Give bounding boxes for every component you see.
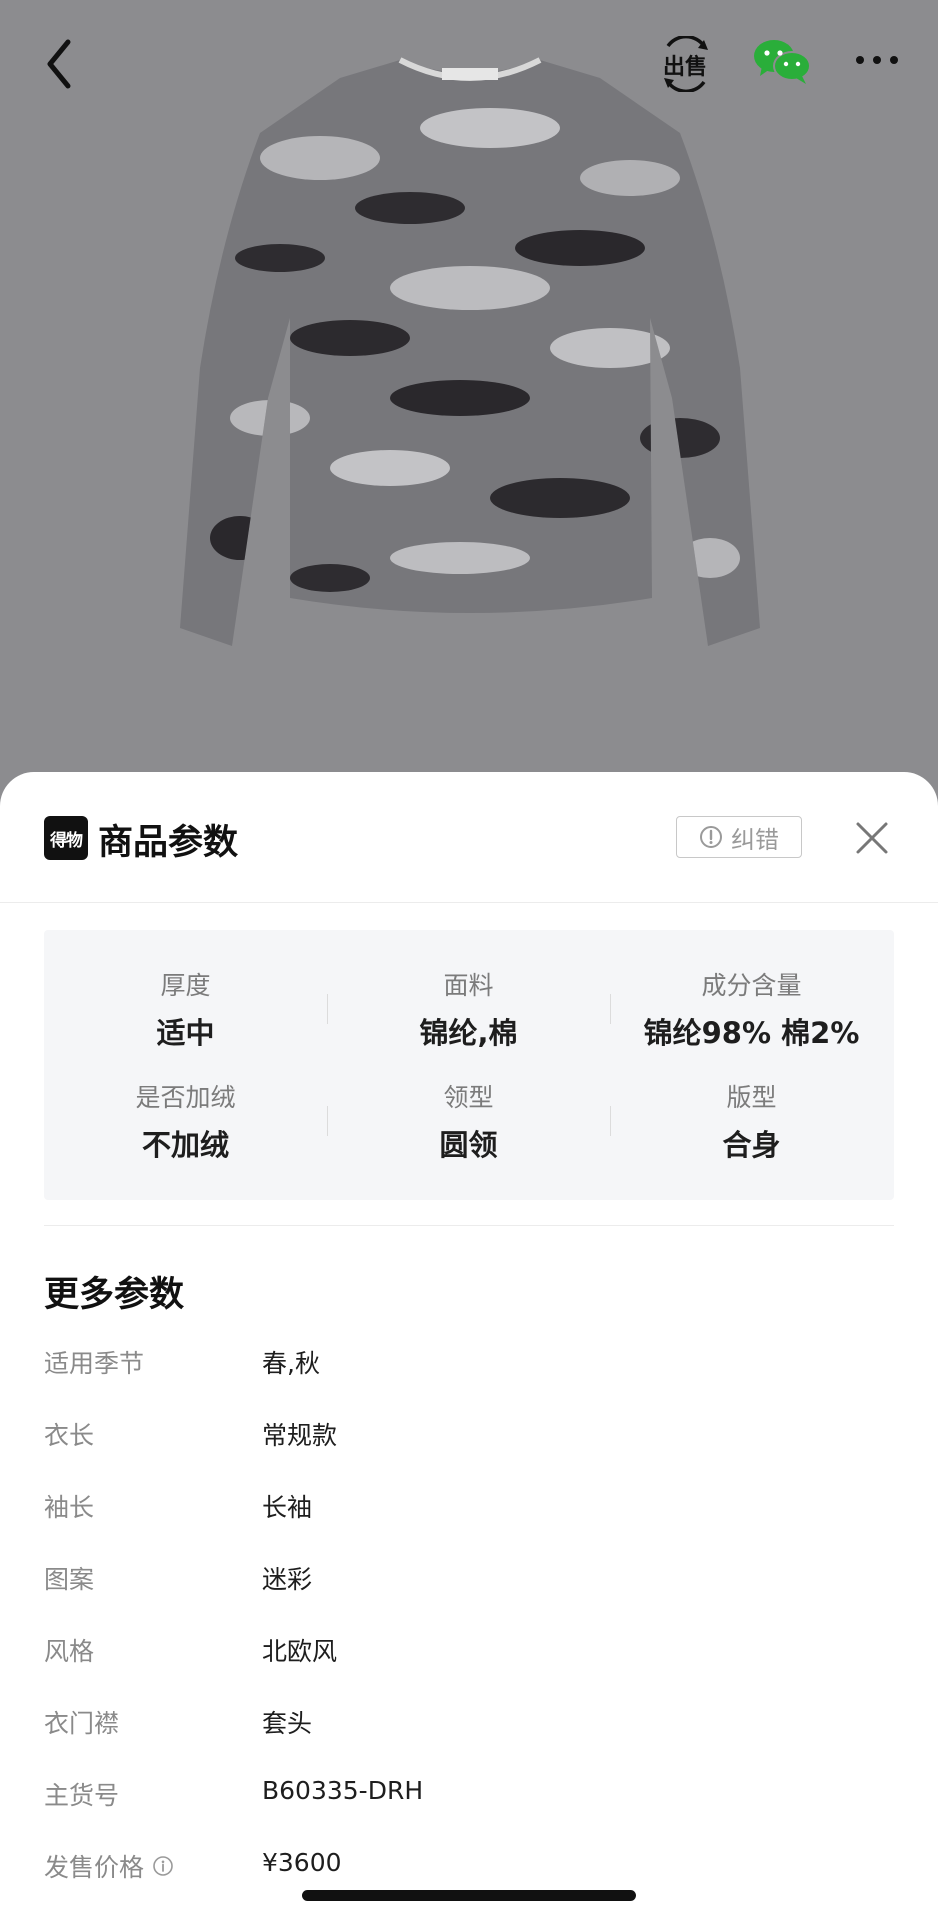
report-error-label: 纠错	[731, 825, 779, 854]
param-label-text: 衣长	[44, 1421, 95, 1450]
param-row: 衣门襟 套头	[44, 1704, 894, 1744]
key-param-value: 适中	[156, 1016, 215, 1050]
key-param-item: 成分含量 锦纶98% 棉2%	[610, 966, 893, 1052]
param-label-text: 衣门襟	[44, 1709, 120, 1738]
param-value: 长袖	[262, 1493, 313, 1522]
key-param-label: 版型	[726, 1083, 777, 1112]
exclamation-circle-icon	[700, 826, 722, 848]
param-value: ¥3600	[262, 1848, 342, 1877]
info-icon[interactable]	[152, 1855, 174, 1877]
sheet-header: 得物 商品参数 纠错	[0, 772, 938, 903]
key-param-item: 版型 合身	[610, 1078, 893, 1164]
key-param-value: 合身	[722, 1128, 781, 1162]
param-label-text: 风格	[44, 1637, 95, 1666]
param-row: 图案 迷彩	[44, 1560, 894, 1600]
key-param-label: 是否加绒	[135, 1083, 236, 1112]
param-row: 风格 北欧风	[44, 1632, 894, 1672]
key-param-item: 是否加绒 不加绒	[44, 1078, 327, 1164]
key-param-item: 厚度 适中	[44, 966, 327, 1052]
dewu-logo: 得物	[44, 816, 88, 860]
param-row: 衣长 常规款	[44, 1416, 894, 1456]
param-label: 衣长	[44, 1416, 94, 1452]
more-dots-icon	[856, 56, 898, 64]
section-divider	[44, 1225, 894, 1226]
param-label: 主货号	[44, 1776, 119, 1812]
param-value: 北欧风	[262, 1637, 338, 1666]
close-icon	[856, 822, 888, 854]
param-label-text: 图案	[44, 1565, 95, 1594]
param-label: 衣门襟	[44, 1704, 119, 1740]
param-value: 春,秋	[262, 1349, 320, 1378]
key-param-label: 厚度	[160, 971, 211, 1000]
home-indicator[interactable]	[302, 1890, 636, 1901]
param-value: 迷彩	[262, 1565, 313, 1594]
params-sheet: 得物 商品参数 纠错 厚度 适中 面料 锦纶,棉 成分含量 锦纶98% 棉2% …	[0, 772, 938, 1920]
key-param-value: 锦纶98% 棉2%	[643, 1016, 860, 1050]
param-label-text: 主货号	[44, 1781, 120, 1810]
product-hero: 出售	[0, 0, 938, 790]
key-params-card: 厚度 适中 面料 锦纶,棉 成分含量 锦纶98% 棉2% 是否加绒 不加绒 领型…	[44, 930, 894, 1200]
report-error-button[interactable]: 纠错	[676, 816, 802, 858]
back-button[interactable]	[38, 34, 88, 94]
close-button[interactable]	[852, 818, 892, 858]
param-label: 图案	[44, 1560, 94, 1596]
key-param-label: 领型	[443, 1083, 494, 1112]
key-param-label: 成分含量	[701, 971, 802, 1000]
param-label: 袖长	[44, 1488, 94, 1524]
param-label: 风格	[44, 1632, 94, 1668]
key-param-item: 领型 圆领	[327, 1078, 610, 1164]
more-button[interactable]	[852, 44, 902, 74]
back-arrow-icon	[47, 39, 71, 89]
param-row: 适用季节 春,秋	[44, 1344, 894, 1384]
more-params-title: 更多参数	[44, 1275, 185, 1315]
param-row: 发售价格 ¥3600	[44, 1848, 894, 1888]
key-param-label: 面料	[443, 971, 494, 1000]
param-label: 适用季节	[44, 1344, 144, 1380]
camo-sweater-image	[180, 57, 760, 646]
param-label-text: 发售价格	[44, 1853, 145, 1882]
param-value: 常规款	[262, 1421, 338, 1450]
param-label: 发售价格	[44, 1848, 174, 1884]
param-row: 袖长 长袖	[44, 1488, 894, 1528]
sheet-title: 商品参数	[98, 823, 239, 863]
key-param-value: 圆领	[439, 1128, 498, 1162]
param-label-text: 适用季节	[44, 1349, 145, 1378]
key-param-value: 锦纶,棉	[419, 1016, 518, 1050]
param-value: 套头	[262, 1709, 313, 1738]
param-value: B60335-DRH	[262, 1776, 424, 1805]
product-image[interactable]	[160, 38, 780, 678]
param-label-text: 袖长	[44, 1493, 95, 1522]
dewu-logo-text: 得物	[50, 830, 83, 851]
param-row: 主货号 B60335-DRH	[44, 1776, 894, 1816]
key-param-value: 不加绒	[141, 1128, 229, 1162]
key-param-item: 面料 锦纶,棉	[327, 966, 610, 1052]
